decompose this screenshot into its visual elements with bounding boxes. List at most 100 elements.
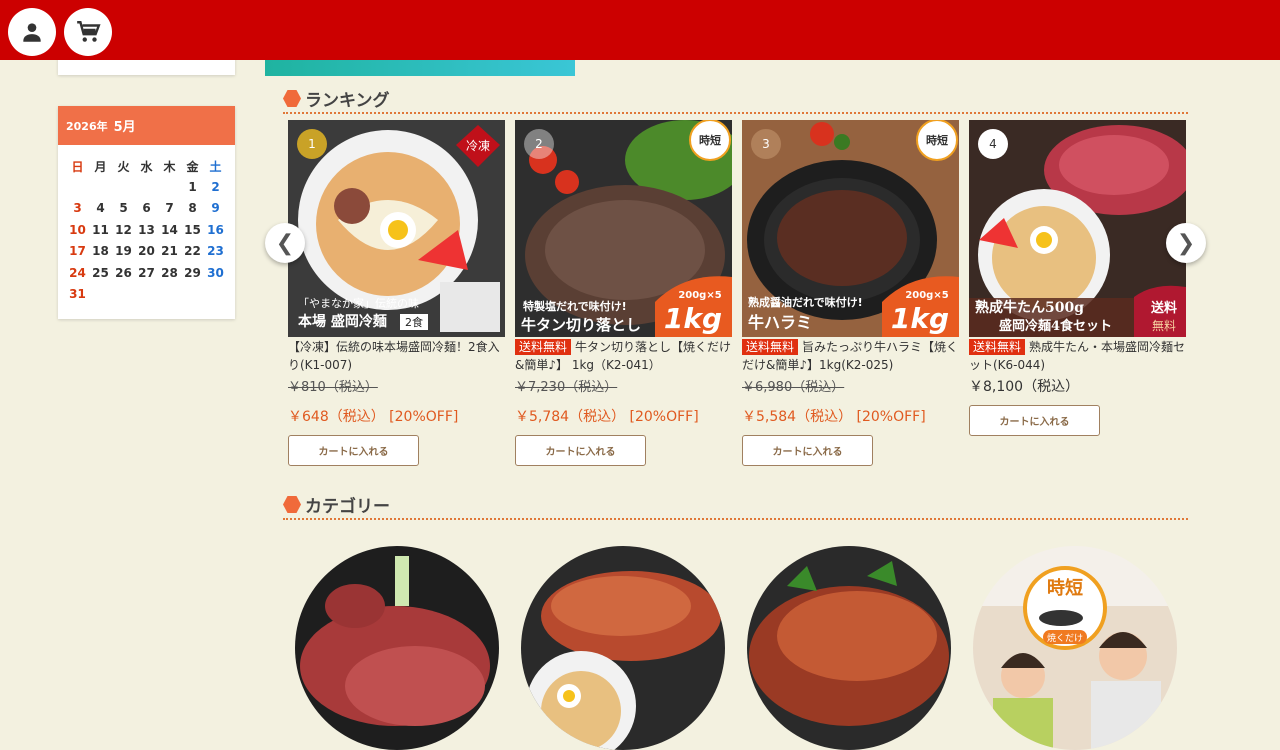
calendar-weekday: 日 bbox=[71, 160, 84, 174]
rank-badge: 4 bbox=[978, 129, 1008, 159]
hexagon-icon bbox=[283, 496, 301, 513]
original-price: ￥7,230（税込） bbox=[515, 380, 618, 395]
product-card[interactable]: 時短 200g×5 1kg 熟成醤油だれで味付け! 牛ハラミ 3 送料無料 旨みた… bbox=[742, 120, 959, 466]
category-image bbox=[295, 546, 499, 750]
category-image bbox=[747, 546, 951, 750]
product-image[interactable]: 時短 200g×5 1kg 特製塩だれで味付け! 牛タン切り落とし 2 bbox=[515, 120, 732, 337]
rank-badge: 3 bbox=[751, 129, 781, 159]
svg-text:特製塩だれで味付け!: 特製塩だれで味付け! bbox=[523, 299, 627, 313]
shopping-cart-icon bbox=[77, 21, 101, 42]
original-price: ￥6,980（税込） bbox=[742, 380, 845, 395]
calendar-day: 9 bbox=[211, 201, 220, 215]
free-shipping-badge: 送料無料 bbox=[515, 339, 572, 355]
calendar-month: 5月 bbox=[113, 120, 136, 135]
calendar-day: 31 bbox=[69, 287, 86, 301]
teal-banner-tab[interactable] bbox=[265, 60, 575, 76]
add-to-cart-button[interactable]: カートに入れる bbox=[515, 435, 646, 466]
category-image: 時短 焼くだけ bbox=[973, 546, 1177, 750]
calendar-day: 14 bbox=[161, 222, 178, 237]
free-shipping-badge: 送料無料 bbox=[742, 339, 799, 355]
calendar-day: 13 bbox=[138, 222, 155, 237]
add-to-cart-button[interactable]: カートに入れる bbox=[288, 435, 419, 466]
calendar-day: 16 bbox=[207, 222, 224, 237]
category-section-title: カテゴリー bbox=[283, 490, 1188, 520]
hexagon-icon bbox=[283, 90, 301, 107]
calendar-day: 25 bbox=[92, 265, 109, 280]
calendar-day: 24 bbox=[69, 265, 86, 280]
person-icon bbox=[23, 23, 41, 42]
svg-text:牛ハラミ: 牛ハラミ bbox=[748, 313, 812, 332]
product-card[interactable]: 冷凍 「やまなか家」伝統の味 本場 盛岡冷麺 2食 1 【冷凍】伝統の味本場盛岡… bbox=[288, 120, 505, 466]
product-title[interactable]: 送料無料 牛タン切り落とし【焼くだけ&簡単♪】 1kg（K2-041） bbox=[515, 338, 732, 374]
calendar-day: 30 bbox=[207, 265, 224, 280]
sale-price: ￥8,100（税込） bbox=[969, 379, 1080, 395]
calendar-day: 20 bbox=[138, 244, 155, 258]
calendar-weekday: 火 bbox=[117, 160, 130, 174]
calendar-day: 23 bbox=[207, 244, 224, 258]
svg-text:2食: 2食 bbox=[405, 315, 423, 329]
calendar-weekday: 土 bbox=[209, 160, 222, 174]
svg-text:時短: 時短 bbox=[926, 133, 948, 147]
calendar-day: 7 bbox=[165, 201, 174, 215]
calendar-weekday: 木 bbox=[163, 160, 176, 174]
add-to-cart-button[interactable]: カートに入れる bbox=[969, 405, 1100, 436]
category-item-beef[interactable] bbox=[295, 546, 499, 750]
calendar-day: 6 bbox=[142, 201, 151, 215]
category-item-gyutan[interactable] bbox=[747, 546, 951, 750]
calendar-day: 10 bbox=[69, 222, 86, 237]
svg-text:1kg: 1kg bbox=[664, 302, 722, 335]
product-image[interactable]: 時短 200g×5 1kg 熟成醤油だれで味付け! 牛ハラミ 3 bbox=[742, 120, 959, 337]
svg-text:1kg: 1kg bbox=[891, 302, 949, 335]
svg-text:無料: 無料 bbox=[1152, 318, 1176, 333]
category-item-set[interactable] bbox=[521, 546, 725, 750]
calendar-day: 17 bbox=[69, 244, 86, 258]
category-item-jitan[interactable]: 時短 焼くだけ bbox=[973, 546, 1177, 750]
calendar-day: 21 bbox=[161, 244, 178, 258]
calendar-day: 12 bbox=[115, 222, 132, 237]
calendar-may: 2026年 5月 日月火水木金土 1 2 3 4 5 6 7 8 9 10 11 12 13 14 15 16 1… bbox=[58, 106, 235, 319]
add-to-cart-button[interactable]: カートに入れる bbox=[742, 435, 873, 466]
calendar-day: 5 bbox=[119, 201, 128, 215]
carousel-prev-button[interactable]: ❮ bbox=[265, 223, 305, 263]
account-button[interactable] bbox=[8, 8, 56, 56]
calendar-weekday: 水 bbox=[140, 160, 153, 174]
sale-price: ￥5,784（税込） [20%OFF] bbox=[515, 409, 699, 425]
rank-badge: 2 bbox=[524, 129, 554, 159]
calendar-day: 22 bbox=[184, 244, 201, 258]
product-title[interactable]: 送料無料 旨みたっぷり牛ハラミ【焼くだけ&簡単♪】1kg(K2-025) bbox=[742, 338, 959, 374]
chevron-right-icon: ❯ bbox=[1176, 230, 1196, 256]
svg-text:牛タン切り落とし: 牛タン切り落とし bbox=[521, 316, 641, 334]
svg-text:熟成牛たん500g: 熟成牛たん500g bbox=[975, 299, 1084, 316]
svg-text:熟成醤油だれで味付け!: 熟成醤油だれで味付け! bbox=[748, 295, 863, 309]
calendar-day: 3 bbox=[73, 201, 82, 215]
calendar-day: 27 bbox=[138, 265, 155, 280]
calendar-weekday: 月 bbox=[94, 160, 107, 174]
product-card[interactable]: 時短 200g×5 1kg 特製塩だれで味付け! 牛タン切り落とし 2 送料無料… bbox=[515, 120, 732, 466]
product-title[interactable]: 送料無料 熟成牛たん・本場盛岡冷麺セット(K6-044) bbox=[969, 338, 1186, 374]
product-image[interactable]: 冷凍 「やまなか家」伝統の味 本場 盛岡冷麺 2食 1 bbox=[288, 120, 505, 337]
svg-text:盛岡冷麺4食セット: 盛岡冷麺4食セット bbox=[999, 318, 1112, 334]
sale-price: ￥5,584（税込） [20%OFF] bbox=[742, 409, 926, 425]
product-image[interactable]: 送料 無料 熟成牛たん500g 盛岡冷麺4食セット 4 bbox=[969, 120, 1186, 337]
rank-badge: 1 bbox=[297, 129, 327, 159]
svg-text:本場 盛岡冷麺: 本場 盛岡冷麺 bbox=[298, 313, 387, 330]
svg-text:時短: 時短 bbox=[1047, 577, 1083, 599]
original-price: ￥810（税込） bbox=[288, 380, 378, 395]
calendar-day: 18 bbox=[92, 244, 109, 258]
product-title[interactable]: 【冷凍】伝統の味本場盛岡冷麺！2食入り(K1-007) bbox=[288, 338, 505, 374]
svg-text:200g×5: 200g×5 bbox=[905, 290, 948, 301]
cart-button[interactable] bbox=[64, 8, 112, 56]
svg-text:焼くだけ: 焼くだけ bbox=[1047, 633, 1083, 644]
svg-text:送料: 送料 bbox=[1150, 300, 1177, 316]
carousel-next-button[interactable]: ❯ bbox=[1166, 223, 1206, 263]
calendar-day: 8 bbox=[188, 201, 197, 215]
ranking-section-title: ランキング bbox=[283, 84, 1188, 114]
product-card[interactable]: 送料 無料 熟成牛たん500g 盛岡冷麺4食セット 4 送料無料 熟成牛たん・本場… bbox=[969, 120, 1186, 436]
header-bar bbox=[0, 0, 1280, 60]
calendar-day: 19 bbox=[115, 244, 132, 258]
calendar-day: 4 bbox=[96, 201, 105, 215]
calendar-day: 11 bbox=[92, 222, 109, 237]
calendar-day: 15 bbox=[184, 222, 201, 237]
calendar-day: 26 bbox=[115, 265, 132, 280]
svg-text:200g×5: 200g×5 bbox=[678, 290, 721, 301]
